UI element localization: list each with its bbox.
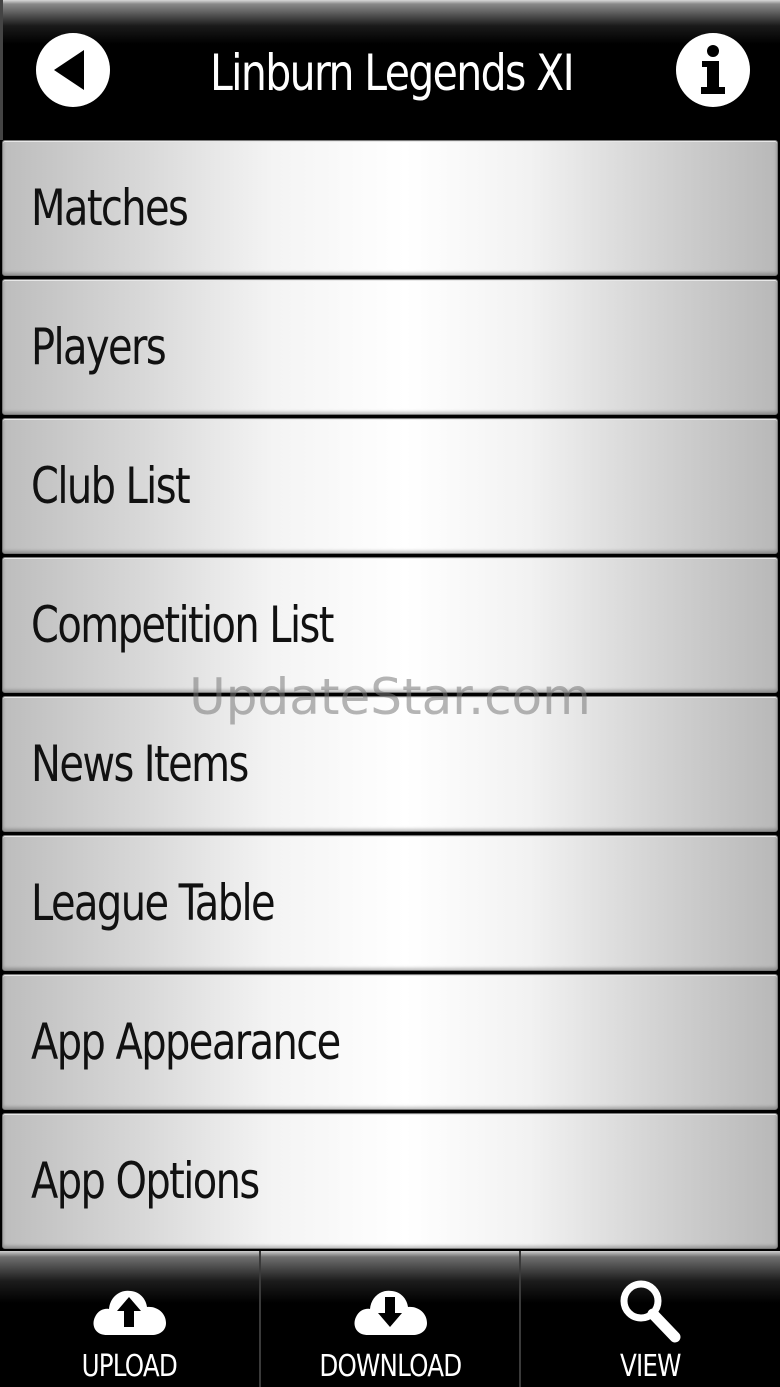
upload-label: UPLOAD: [81, 1349, 178, 1384]
app-screen: Linburn Legends XI Matches Players Club …: [0, 0, 780, 1387]
menu-item-label: App Options: [31, 1152, 260, 1210]
header-bar: Linburn Legends XI: [0, 0, 780, 140]
bottom-toolbar: UPLOAD DOWNLOAD VIEW: [0, 1251, 780, 1387]
menu-item-label: Club List: [31, 457, 191, 515]
menu-item-app-options[interactable]: App Options: [2, 1113, 778, 1249]
menu-item-club-list[interactable]: Club List: [2, 418, 778, 554]
info-icon: [701, 45, 725, 94]
menu-item-label: News Items: [31, 735, 249, 793]
menu-item-label: Competition List: [31, 596, 334, 654]
menu-item-label: League Table: [31, 874, 276, 932]
menu-item-app-appearance[interactable]: App Appearance: [2, 974, 778, 1110]
cloud-upload-icon: [93, 1290, 167, 1335]
view-button[interactable]: VIEW: [521, 1251, 780, 1387]
magnifier-icon: [620, 1280, 681, 1343]
page-title: Linburn Legends XI: [209, 44, 575, 102]
back-arrow-icon: [54, 50, 84, 90]
main-menu: Matches Players Club List Competition Li…: [0, 140, 780, 1252]
menu-item-news-items[interactable]: News Items: [2, 696, 778, 832]
view-label: VIEW: [620, 1349, 682, 1384]
download-button[interactable]: DOWNLOAD: [260, 1251, 522, 1387]
menu-item-players[interactable]: Players: [2, 279, 778, 415]
menu-item-label: Matches: [31, 179, 189, 237]
info-button[interactable]: [676, 33, 750, 107]
menu-item-label: Players: [31, 318, 167, 376]
menu-item-matches[interactable]: Matches: [2, 140, 778, 276]
upload-button[interactable]: UPLOAD: [0, 1251, 261, 1387]
back-button[interactable]: [36, 33, 110, 107]
menu-item-league-table[interactable]: League Table: [2, 835, 778, 971]
menu-item-label: App Appearance: [31, 1013, 341, 1071]
cloud-download-icon: [354, 1290, 427, 1335]
menu-item-competition-list[interactable]: Competition List: [2, 557, 778, 693]
download-label: DOWNLOAD: [319, 1349, 462, 1384]
